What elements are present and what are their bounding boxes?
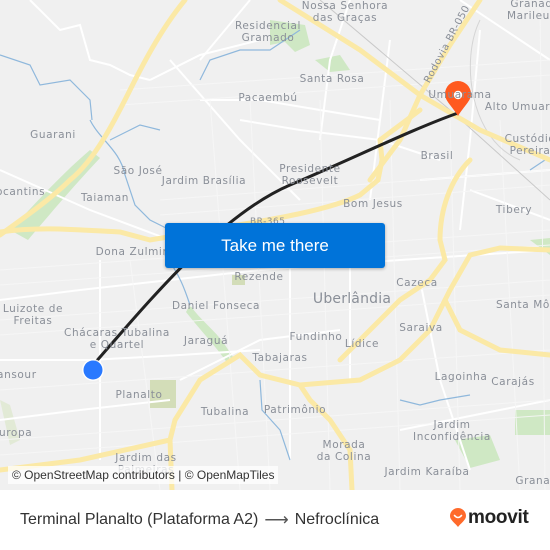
place-label: Custódio Pereira: [504, 133, 550, 157]
place-label: Jaraguá: [183, 335, 229, 347]
place-label: Jardim Karaíba: [384, 466, 470, 478]
place-label: Tibery: [495, 204, 533, 216]
place-label: Bom Jesus: [343, 198, 403, 210]
place-label: Presidente Roosevelt: [279, 163, 341, 187]
place-label: São José: [113, 165, 163, 177]
place-label: Chácaras Tubalina e Quartel: [64, 327, 170, 351]
moovit-logo[interactable]: moovit: [449, 507, 529, 529]
place-label: Lídice: [344, 338, 380, 350]
place-label: Guarani: [30, 129, 76, 141]
place-label: Jardim Brasília: [161, 175, 247, 187]
place-label: Alto Umuarama: [484, 101, 550, 113]
place-label: Daniel Fonseca: [171, 300, 261, 312]
footer-bar: Terminal Planalto (Plataforma A2) ⟶ Nefr…: [0, 490, 550, 550]
place-label: Taiaman: [81, 192, 129, 204]
place-label: Jardim Inconfidência: [413, 419, 491, 443]
place-label: Morada da Colina: [316, 439, 372, 463]
place-label: Santa Rosa: [299, 73, 365, 85]
place-label: Granada Marileusa: [506, 0, 550, 22]
origin-marker[interactable]: [83, 360, 103, 380]
place-label: Planalto: [115, 389, 163, 401]
place-label: Luizote de Freitas: [2, 303, 64, 327]
moovit-pin-icon: [450, 508, 466, 527]
destination-name: Nefroclínica: [294, 511, 380, 528]
place-label: Tubalina: [200, 406, 250, 418]
place-label: Tabajaras: [252, 352, 308, 364]
place-label: Residencial Gramado: [234, 20, 302, 44]
place-label: Lagoinha: [434, 371, 488, 383]
place-label: Cazeca: [396, 277, 438, 289]
place-label: Brasil: [420, 150, 454, 162]
route-summary: Terminal Planalto (Plataforma A2) ⟶ Nefr…: [20, 510, 379, 530]
place-label: Uberlândia: [312, 291, 392, 307]
map-attribution[interactable]: © OpenStreetMap contributors | © OpenMap…: [8, 466, 279, 484]
place-label: Umuarama: [428, 89, 492, 101]
place-label: Nossa Senhora das Graças: [301, 0, 389, 24]
place-label: Carajás: [491, 376, 535, 388]
place-label: Fundinho: [289, 331, 343, 343]
place-label: Patrimônio: [263, 404, 327, 416]
place-label: Pacaembú: [238, 92, 298, 104]
place-label: Dona Zulmira: [95, 246, 175, 258]
place-label: Europa: [0, 427, 33, 439]
map-view[interactable]: Nossa Senhora das Graças Residencial Gram…: [0, 0, 550, 490]
take-me-there-button[interactable]: Take me there: [165, 223, 385, 268]
place-label: Saraiva: [399, 322, 443, 334]
origin-name: Terminal Planalto (Plataforma A2): [20, 511, 259, 528]
moovit-wordmark: moovit: [468, 507, 529, 528]
place-label: Granada: [515, 475, 550, 487]
arrow-right-icon: ⟶: [264, 510, 289, 529]
place-label: Mansour: [0, 369, 37, 381]
place-label: Santa Mônica: [495, 299, 550, 311]
place-label: Tocantins: [0, 186, 46, 198]
